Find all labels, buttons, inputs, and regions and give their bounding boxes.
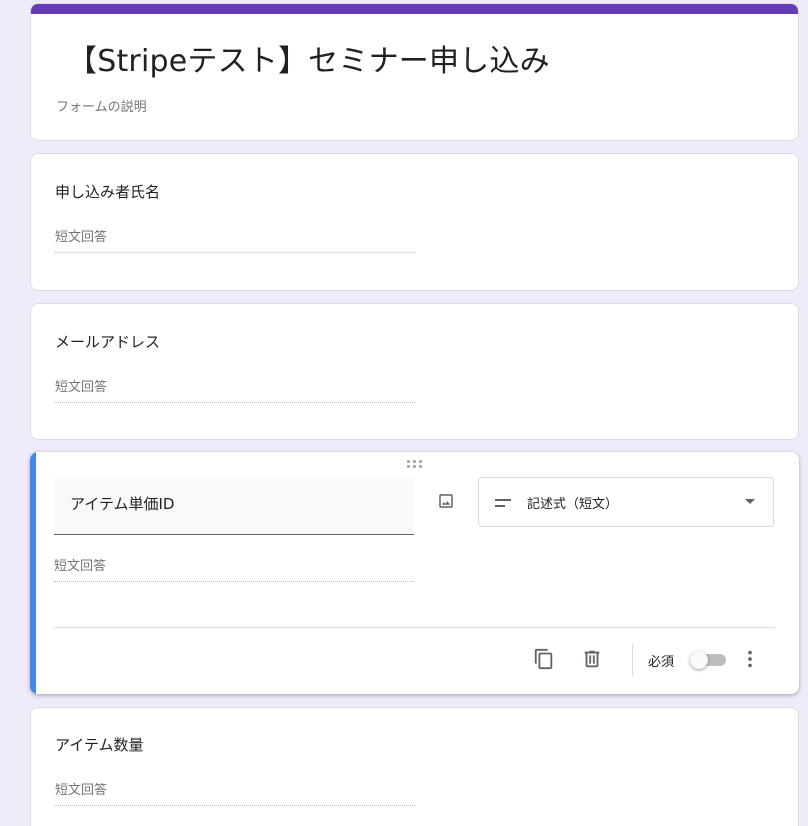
trash-icon[interactable] [578, 645, 606, 673]
footer-vertical-divider [632, 644, 633, 676]
form-header-card[interactable]: 【Stripeテスト】セミナー申し込み フォームの説明 [30, 3, 799, 141]
short-answer-placeholder: 短文回答 [55, 779, 415, 806]
question-card-quantity[interactable]: アイテム数量 短文回答 [30, 707, 799, 826]
form-description[interactable]: フォームの説明 [56, 96, 147, 115]
toggle-thumb [690, 651, 708, 669]
short-answer-placeholder: 短文回答 [55, 376, 415, 403]
image-icon[interactable] [433, 488, 459, 514]
question-title: メールアドレス [55, 333, 161, 351]
required-label: 必須 [648, 655, 675, 670]
question-title: アイテム数量 [55, 736, 144, 754]
question-card-name[interactable]: 申し込み者氏名 短文回答 [30, 153, 799, 291]
question-footer: 必須 [30, 628, 799, 694]
short-answer-placeholder: 短文回答 [55, 226, 415, 253]
short-answer-placeholder: 短文回答 [54, 555, 414, 582]
short-text-icon [495, 499, 511, 507]
theme-accent-bar [31, 4, 798, 14]
caret-down-icon [745, 499, 755, 504]
question-type-select[interactable]: 記述式（短文） [478, 477, 774, 527]
question-title: 申し込み者氏名 [55, 183, 161, 201]
question-type-label: 記述式（短文） [527, 497, 619, 512]
form-title[interactable]: 【Stripeテスト】セミナー申し込み [67, 36, 550, 80]
more-vert-icon[interactable] [736, 645, 764, 673]
copy-icon[interactable] [530, 645, 558, 673]
question-card-email[interactable]: メールアドレス 短文回答 [30, 303, 799, 440]
required-toggle[interactable] [690, 651, 726, 669]
question-title-input[interactable]: アイテム単価ID [54, 477, 414, 535]
drag-handle-icon[interactable] [406, 459, 424, 469]
question-card-active[interactable]: アイテム単価ID 記述式（短文） 短文回答 必須 [30, 452, 799, 694]
